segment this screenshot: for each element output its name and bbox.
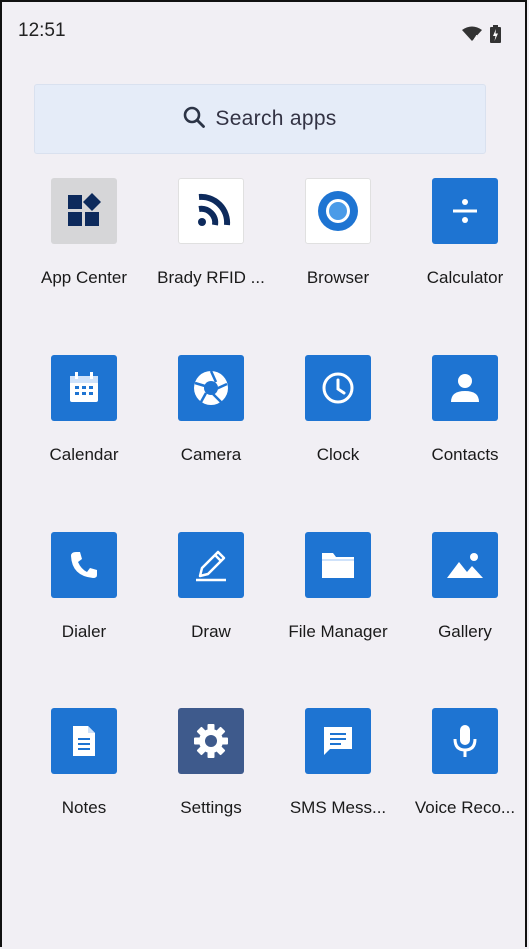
app-notes[interactable]: Notes [21,708,147,818]
app-camera[interactable]: Camera [148,355,274,465]
browser-icon [305,178,371,244]
sms-icon [305,708,371,774]
camera-icon [178,355,244,421]
app-voice-recorder[interactable]: Voice Reco... [402,708,528,818]
app-brady-rfid[interactable]: Brady RFID ... [148,178,274,288]
clock-icon [305,355,371,421]
contacts-icon [432,355,498,421]
brady-rfid-icon [178,178,244,244]
battery-charging-icon [490,25,501,48]
svg-text:4: 4 [474,35,478,42]
file-manager-icon [305,532,371,598]
app-label: Calculator [426,268,504,287]
app-clock[interactable]: Clock [275,355,401,465]
app-file-manager[interactable]: File Manager [275,532,401,642]
gallery-icon [432,532,498,598]
app-label: Notes [61,798,107,817]
app-label: Brady RFID ... [157,268,265,287]
app-contacts[interactable]: Contacts [402,355,528,465]
app-label: SMS Mess... [289,798,387,817]
app-center-icon [51,178,117,244]
app-app-center[interactable]: App Center [21,178,147,288]
app-label: Gallery [438,622,492,641]
app-draw[interactable]: Draw [148,532,274,642]
app-label: Dialer [61,622,107,641]
app-calculator[interactable]: Calculator [402,178,528,288]
calendar-icon [51,355,117,421]
app-browser[interactable]: Browser [275,178,401,288]
app-label: App Center [41,268,127,287]
app-label: Voice Reco... [414,798,516,817]
app-label: File Manager [288,622,388,641]
app-label: Settings [180,798,242,817]
app-label: Draw [191,622,231,641]
wifi-icon: 4 [462,26,482,47]
search-bar[interactable]: Search apps [34,84,486,154]
app-gallery[interactable]: Gallery [402,532,528,642]
app-calendar[interactable]: Calendar [21,355,147,465]
app-label: Browser [306,268,370,287]
app-label: Clock [316,445,360,464]
app-dialer[interactable]: Dialer [21,532,147,642]
settings-icon [178,708,244,774]
app-label: Contacts [431,445,499,464]
draw-icon [178,532,244,598]
calculator-icon [432,178,498,244]
search-label: Search apps [215,107,337,130]
dialer-icon [51,532,117,598]
app-settings[interactable]: Settings [148,708,274,818]
app-label: Calendar [49,445,119,464]
microphone-icon [432,708,498,774]
search-icon [183,106,206,133]
app-sms-messages[interactable]: SMS Mess... [275,708,401,818]
notes-icon [51,708,117,774]
app-label: Camera [180,445,242,464]
status-time: 12:51 [18,20,66,41]
status-bar: 12:51 4 [0,0,529,43]
